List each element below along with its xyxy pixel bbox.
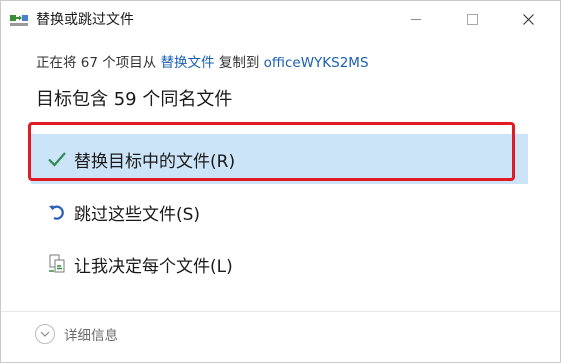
minimize-button[interactable] — [393, 1, 439, 37]
decide-each-file-option[interactable]: 让我决定每个文件(L) — [31, 239, 528, 289]
replace-or-skip-dialog: 替换或跳过文件 正在将 67 个项目从 替换文件 复制到 officeWYKS2… — [0, 0, 561, 363]
maximize-icon — [466, 13, 478, 25]
checkmark-icon — [46, 148, 68, 170]
destination-folder-link[interactable]: officeWYKS2MS — [264, 55, 369, 71]
minimize-icon — [411, 18, 421, 20]
title-bar[interactable]: 替换或跳过文件 — [1, 1, 560, 39]
more-details-label: 详细信息 — [64, 328, 118, 344]
source-folder-link[interactable]: 替换文件 — [161, 55, 215, 71]
replace-files-label: 替换目标中的文件(R) — [74, 151, 236, 172]
copy-status-text: 正在将 67 个项目从 替换文件 复制到 officeWYKS2MS — [36, 53, 369, 73]
decide-each-file-label: 让我决定每个文件(L) — [74, 256, 233, 277]
chevron-down-icon — [35, 324, 55, 344]
undo-arrow-icon — [46, 201, 68, 223]
more-details-button[interactable]: 详细信息 — [35, 324, 118, 344]
compare-files-icon — [46, 253, 68, 275]
conflict-heading: 目标包含 59 个同名文件 — [36, 89, 233, 110]
skip-files-label: 跳过这些文件(S) — [74, 204, 201, 225]
copy-status-middle: 复制到 — [214, 55, 264, 71]
window-title: 替换或跳过文件 — [36, 12, 134, 28]
skip-files-option[interactable]: 跳过这些文件(S) — [31, 187, 528, 237]
file-transfer-icon — [10, 13, 28, 27]
replace-files-option[interactable]: 替换目标中的文件(R) — [31, 134, 528, 184]
close-button[interactable] — [505, 1, 551, 37]
copy-status-prefix: 正在将 67 个项目从 — [36, 55, 161, 71]
close-icon — [522, 13, 534, 25]
footer-divider — [1, 311, 560, 312]
maximize-button[interactable] — [449, 1, 495, 37]
